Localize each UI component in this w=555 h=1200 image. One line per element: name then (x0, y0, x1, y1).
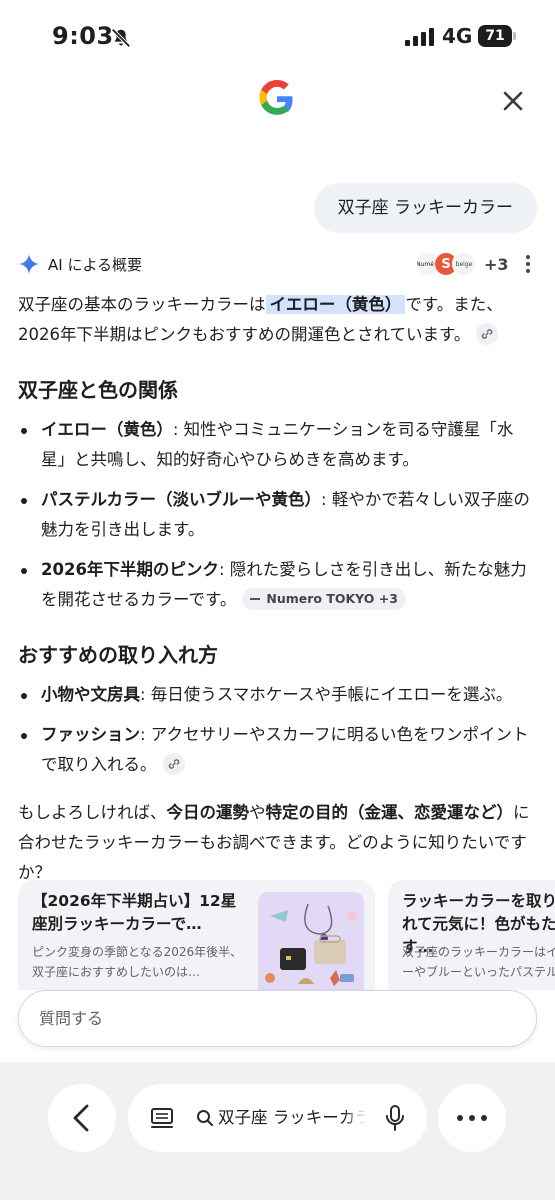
sources-more-count: +3 (484, 254, 509, 274)
source-chip[interactable]: Numero TOKYO +3 (242, 587, 406, 610)
ai-overview-content: 双子座の基本のラッキーカラーは イエロー（黄色） です。また、2026年下半期はピン… (18, 290, 538, 888)
network-label: 4G (442, 24, 473, 48)
source-card[interactable]: 【2026年下半期占い】12星座別ラッキーカラーで… ピンク変身の季節となる20… (18, 880, 375, 990)
more-vert-icon[interactable] (522, 254, 534, 274)
list-item: パステルカラー（淡いブルーや黄色）: 軽やかで若々しい双子座の魅力を引き出します… (18, 485, 538, 545)
intro-paragraph: 双子座の基本のラッキーカラーは イエロー（黄色） です。また、2026年下半期はピン… (18, 295, 503, 345)
card-title: 【2026年下半期占い】12星座別ラッキーカラーで… (32, 892, 237, 933)
search-icon (197, 1110, 213, 1126)
followup-input[interactable] (39, 991, 509, 1046)
list-item: ファッション: アクセサリーやスカーフに明るい色をワンポイントで取り入れる。 (18, 720, 538, 780)
source-link-button[interactable] (162, 752, 185, 775)
battery-level: 71 (478, 25, 512, 47)
source-cards-carousel[interactable]: 【2026年下半期占い】12星座別ラッキーカラーで… ピンク変身の季節となる20… (18, 880, 555, 990)
list-item: イエロー（黄色）: 知性やコミュニケーションを司る守護星「水星」と共鳴し、知的好… (18, 415, 538, 475)
tabs-icon[interactable] (150, 1106, 174, 1130)
status-bar: 9:03 4G 71 (0, 0, 555, 74)
battery-icon: 71 (478, 25, 516, 47)
source-link-button[interactable] (476, 322, 499, 345)
list-item: 小物や文房具: 毎日使うスマホケースや手帳にイエローを選ぶ。 (18, 680, 538, 710)
address-bar[interactable]: 双子座 ラッキーカラー (128, 1084, 427, 1152)
card-thumbnail-image (258, 892, 364, 990)
list-item: 2026年下半期のピンク: 隠れた愛らしさを引き出し、新たな魅力を開花させるカラ… (18, 555, 538, 615)
link-icon (482, 328, 493, 339)
source-favicon-beige: beige (452, 252, 476, 276)
sources-button[interactable]: Numéro S beige +3 (416, 252, 509, 276)
dash-icon (250, 597, 261, 600)
query-bubble: 双子座 ラッキーカラー (313, 183, 537, 233)
mic-icon[interactable] (384, 1105, 406, 1131)
highlighted-answer: イエロー（黄色） (265, 295, 406, 314)
closing-paragraph: もしよろしければ、今日の運勢や特定の目的（金運、恋愛運など）に合わせたラッキーカ… (18, 803, 530, 882)
followup-box[interactable] (18, 990, 537, 1047)
section-heading-color-relation: 双子座と色の関係 (18, 378, 178, 402)
chevron-left-icon (73, 1104, 89, 1132)
bell-muted-icon (111, 28, 131, 48)
more-horiz-icon (457, 1115, 487, 1121)
back-button[interactable] (48, 1084, 116, 1152)
section-heading-how-to: おすすめの取り入れ方 (18, 643, 218, 667)
source-card[interactable]: ラッキーカラーを取り入れて元気に！色がもたらす… 双子座のラッキーカラーはイエロ… (388, 880, 555, 990)
card-snippet: 双子座のラッキーカラーはイエローやブルーといったパステル… (402, 945, 555, 979)
close-button[interactable] (498, 86, 528, 116)
address-bar-query: 双子座 ラッキーカラー (218, 1108, 366, 1127)
ai-overview-header: AI による概要 (18, 252, 142, 276)
sparkle-icon (18, 253, 40, 275)
status-time: 9:03 (52, 22, 114, 50)
bottom-nav-bar: 双子座 ラッキーカラー (0, 1062, 555, 1200)
ai-overview-label: AI による概要 (48, 255, 143, 274)
signal-icon (405, 28, 434, 46)
link-icon (168, 758, 179, 769)
google-logo-icon (259, 80, 293, 115)
color-relation-list: イエロー（黄色）: 知性やコミュニケーションを司る守護星「水星」と共鳴し、知的好… (18, 415, 538, 615)
how-to-list: 小物や文房具: 毎日使うスマホケースや手帳にイエローを選ぶ。 ファッション: ア… (18, 680, 538, 780)
card-snippet: ピンク変身の季節となる2026年後半、双子座におすすめしたいのは… (32, 945, 243, 979)
more-options-button[interactable] (438, 1084, 506, 1152)
